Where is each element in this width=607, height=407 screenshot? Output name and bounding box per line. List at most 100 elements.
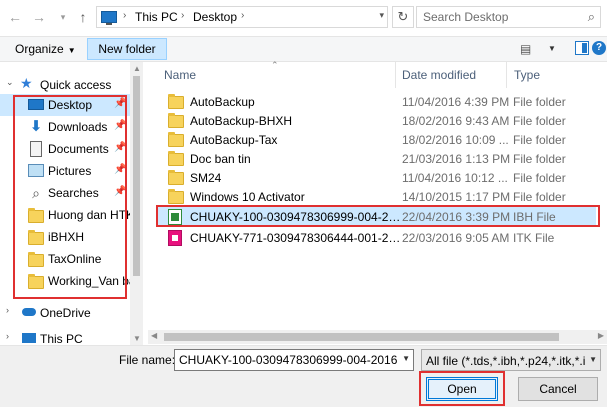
nav-item-this-pc[interactable]: › This PC [0, 328, 130, 345]
pin-icon[interactable]: 📌 [114, 98, 126, 109]
preview-pane-icon[interactable] [575, 41, 589, 55]
folder-icon [168, 132, 184, 147]
nav-item-ibhxh[interactable]: iBHXH [0, 226, 130, 248]
nav-item-desktop[interactable]: Desktop 📌 [0, 94, 130, 116]
file-name-input[interactable] [179, 353, 397, 367]
file-name: CHUAKY-100-0309478306999-004-2016-T... [190, 210, 405, 224]
file-row[interactable]: Doc ban tin 21/03/2016 1:13 PM File fold… [156, 149, 596, 169]
sort-ascending-icon: ⌃ [271, 60, 279, 70]
chevron-down-icon[interactable]: ▼ [589, 355, 597, 364]
folder-icon [168, 170, 184, 185]
organize-label: Organize [15, 42, 64, 56]
nav-item-label: Huong dan HTK [48, 208, 130, 222]
scroll-left-icon[interactable]: ◀ [151, 331, 157, 340]
breadcrumb-desktop[interactable]: Desktop [193, 10, 237, 24]
quick-access-label: Quick access [40, 78, 112, 92]
nav-item-working-van-ba[interactable]: Working_Van ba [0, 270, 130, 292]
help-icon[interactable]: ? [592, 41, 606, 55]
download-icon: ⬇ [29, 118, 43, 135]
nav-item-documents[interactable]: Documents 📌 [0, 138, 130, 160]
refresh-icon: ↻ [397, 9, 409, 24]
address-dropdown-icon[interactable]: ▾ [379, 10, 384, 21]
column-header-date-modified[interactable]: Date modified [402, 62, 476, 88]
up-arrow-icon[interactable]: ↑ [74, 8, 92, 26]
folder-icon [28, 252, 44, 267]
file-type: File folder [513, 95, 566, 109]
scroll-up-icon[interactable]: ▲ [133, 64, 141, 73]
desktop-icon [28, 99, 44, 110]
file-type-filter-value: All file (*.tds,*.ibh,*.p24,*.itk,*.ih [426, 354, 586, 368]
nav-scrollbar[interactable]: ▲ ▼ [130, 62, 143, 345]
column-header-type[interactable]: Type [514, 62, 540, 88]
pin-icon[interactable]: 📌 [114, 142, 126, 153]
file-name-label: File name: [119, 353, 176, 367]
breadcrumb-separator-icon[interactable]: › [181, 10, 184, 21]
file-row[interactable]: Windows 10 Activator 14/10/2015 1:17 PM … [156, 187, 596, 207]
scroll-right-icon[interactable]: ▶ [598, 331, 604, 340]
file-date: 11/04/2016 4:39 PM [402, 95, 510, 109]
nav-item-downloads[interactable]: ⬇ Downloads 📌 [0, 116, 130, 138]
column-divider[interactable] [506, 62, 507, 88]
search-icon[interactable]: ⌕ [588, 9, 595, 25]
onedrive-label: OneDrive [40, 306, 91, 320]
nav-item-pictures[interactable]: Pictures 📌 [0, 160, 130, 182]
file-type: IBH File [513, 210, 556, 224]
chevron-right-icon[interactable]: › [6, 305, 9, 315]
recent-chevron-down-icon[interactable]: ▾ [54, 8, 72, 26]
nav-item-label: Searches [48, 186, 99, 200]
pin-icon[interactable]: 📌 [114, 186, 126, 197]
file-type: File folder [513, 152, 566, 166]
horizontal-scrollbar[interactable]: ◀ ▶ [148, 330, 607, 344]
folder-icon [168, 189, 184, 204]
file-type-filter[interactable]: All file (*.tds,*.ibh,*.p24,*.itk,*.ih ▼ [421, 349, 601, 371]
file-row[interactable]: CHUAKY-771-0309478306444-001-2015 22/03/… [156, 228, 596, 248]
file-row-selected[interactable]: CHUAKY-100-0309478306999-004-2016-T... 2… [156, 207, 596, 227]
chevron-right-icon[interactable]: › [6, 331, 9, 341]
file-row[interactable]: AutoBackup-BHXH 18/02/2016 9:43 AM File … [156, 111, 596, 131]
scrollbar-thumb[interactable] [133, 76, 140, 276]
back-arrow-icon[interactable]: ← [6, 8, 24, 26]
search-icon: ⌕ [32, 185, 40, 201]
search-box[interactable]: ⌕ [416, 6, 601, 28]
command-bar: Organize ▼ New folder ▤ ▼ ? [0, 36, 607, 62]
nav-item-searches[interactable]: ⌕ Searches 📌 [0, 182, 130, 204]
view-options-chevron-icon[interactable]: ▼ [548, 44, 556, 53]
column-header-name[interactable]: Name [164, 62, 196, 88]
file-name-combobox[interactable]: ▼ [174, 349, 414, 371]
nav-item-taxonline[interactable]: TaxOnline [0, 248, 130, 270]
address-bar[interactable]: › This PC › Desktop › ▾ [96, 6, 388, 28]
chevron-down-icon[interactable]: ▼ [402, 354, 410, 363]
file-row[interactable]: AutoBackup-Tax 18/02/2016 10:09 ... File… [156, 130, 596, 150]
file-date: 21/03/2016 1:13 PM [402, 152, 511, 166]
forward-arrow-icon[interactable]: → [30, 8, 48, 26]
file-row[interactable]: SM24 11/04/2016 10:12 ... File folder [156, 168, 596, 188]
cancel-button[interactable]: Cancel [518, 377, 598, 401]
documents-icon [30, 141, 42, 157]
organize-button[interactable]: Organize ▼ [15, 42, 76, 56]
nav-item-huong-dan-htk[interactable]: Huong dan HTK [0, 204, 130, 226]
file-date: 14/10/2015 1:17 PM [402, 190, 511, 204]
pictures-icon [28, 164, 44, 177]
scroll-down-icon[interactable]: ▼ [133, 334, 141, 343]
nav-item-label: Desktop [48, 98, 93, 112]
quick-access-header[interactable]: ⌄ ★ Quick access [0, 74, 130, 94]
pin-icon[interactable]: 📌 [114, 164, 126, 175]
breadcrumb-separator-icon[interactable]: › [123, 10, 126, 21]
nav-item-onedrive[interactable]: › OneDrive [0, 302, 130, 322]
breadcrumb-this-pc[interactable]: This PC [135, 10, 178, 24]
file-row[interactable]: AutoBackup 11/04/2016 4:39 PM File folde… [156, 92, 596, 112]
open-button[interactable]: Open [426, 377, 498, 401]
column-divider[interactable] [395, 62, 396, 88]
nav-item-label: Documents [48, 142, 109, 156]
folder-icon [28, 208, 44, 223]
refresh-button[interactable]: ↻ [392, 6, 414, 28]
folder-icon [28, 230, 44, 245]
address-row: ← → ▾ ↑ › This PC › Desktop › ▾ ↻ ⌕ [0, 0, 607, 36]
chevron-down-icon[interactable]: ⌄ [6, 77, 14, 88]
search-input[interactable] [423, 10, 573, 24]
pin-icon[interactable]: 📌 [114, 120, 126, 131]
breadcrumb-separator-icon[interactable]: › [241, 10, 244, 21]
new-folder-button[interactable]: New folder [87, 38, 167, 60]
scrollbar-thumb[interactable] [164, 333, 559, 341]
change-view-icon[interactable]: ▤ [520, 42, 531, 56]
